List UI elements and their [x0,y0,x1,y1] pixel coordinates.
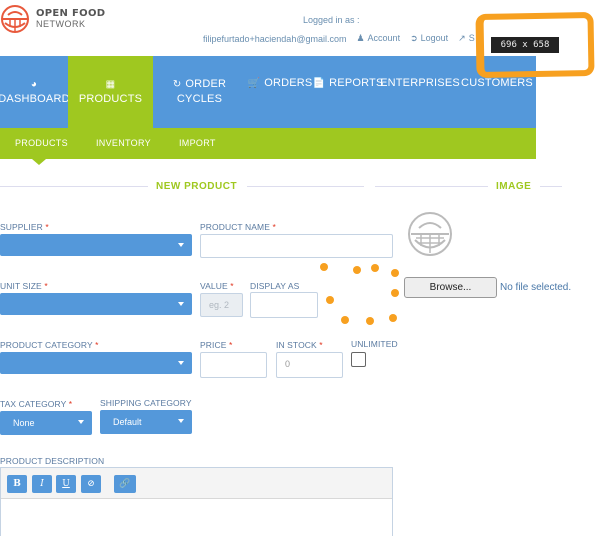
subnav-inventory[interactable]: INVENTORY [96,138,151,148]
shipping-category-select[interactable]: Default [100,410,192,434]
active-tab-caret [32,159,46,165]
value-label: VALUE * [200,281,234,291]
logo-line1: OPEN FOOD [36,8,106,19]
loading-dot [391,289,399,297]
store-link[interactable]: ↗ S [458,33,475,44]
bold-button[interactable]: B [7,475,27,493]
user-icon: ♟ [356,33,365,43]
dimension-tooltip: 696 x 658 [491,37,559,53]
image-placeholder-icon [408,212,452,256]
new-product-heading: NEW PRODUCT [156,181,238,192]
loading-dot [391,269,399,277]
loading-dot [341,316,349,324]
divider [0,186,148,187]
logout-link-label: Logout [420,33,449,43]
clear-format-button[interactable]: ⊘ [81,475,101,493]
nav-products-label: PRODUCTS [78,93,143,105]
shipping-category-label: SHIPPING CATEGORY [100,398,192,408]
main-nav: ◕ DASHBOARD ▦ PRODUCTS ↻ ORDER CYCLES 🛒 OR… [0,56,536,128]
loading-dot [326,296,334,304]
browse-button[interactable]: Browse... [404,277,497,298]
loading-dot [353,266,361,274]
store-link-label: S [468,33,475,43]
subnav-products[interactable]: PRODUCTS [15,138,68,148]
product-category-label: PRODUCT CATEGORY * [0,340,99,350]
unlimited-label: UNLIMITED [351,339,398,349]
nav-order-cycles-label-2: CYCLES [176,93,223,105]
product-name-input[interactable] [200,234,393,258]
nav-enterprises-label: ENTERPRISES [380,77,460,89]
cart-icon: 🛒 [247,78,261,89]
divider [540,186,562,187]
display-as-label: DISPLAY AS [250,281,300,291]
supplier-label: SUPPLIER * [0,222,49,232]
description-editor[interactable]: B I U ⊘ 🔗 [0,467,393,536]
display-as-input[interactable] [250,292,318,318]
nav-orders[interactable]: 🛒 ORDERS [246,56,314,128]
chevron-down-icon [178,243,184,247]
price-label: PRICE * [200,340,233,350]
product-category-select[interactable] [0,352,192,374]
unit-size-select[interactable] [0,293,192,315]
in-stock-input[interactable]: 0 [276,352,343,378]
user-links: filipefurtado+haciendah@gmail.com ♟ Accou… [203,33,475,44]
tax-category-label: TAX CATEGORY * [0,399,73,409]
logo-line2: NETWORK [36,19,86,29]
dashboard-icon: ◕ [30,79,38,90]
chevron-down-icon [178,302,184,306]
account-link-label: Account [367,33,401,43]
supplier-select[interactable] [0,234,192,256]
unlimited-checkbox[interactable] [351,352,366,367]
loading-dot [371,264,379,272]
in-stock-label: IN STOCK * [276,340,323,350]
product-name-label: PRODUCT NAME * [200,222,276,232]
unit-size-label: UNIT SIZE * [0,281,48,291]
underline-button[interactable]: U [56,475,76,493]
nav-enterprises[interactable]: ENTERPRISES [380,56,460,128]
tax-category-select[interactable]: None [0,411,92,435]
italic-button[interactable]: I [32,475,52,493]
nav-dashboard[interactable]: ◕ DASHBOARD [0,56,70,128]
nav-products[interactable]: ▦ PRODUCTS [68,56,153,128]
nav-customers-label: CUSTOMERS [461,77,533,89]
refresh-icon: ↻ [172,79,182,90]
divider [375,186,488,187]
sign-out-icon: ➲ [410,33,418,43]
sub-nav: PRODUCTS INVENTORY IMPORT [0,128,536,159]
logged-in-label: Logged in as : [303,15,360,25]
grid-icon: ▦ [105,79,116,90]
logo-icon [1,5,29,33]
link-button[interactable]: 🔗 [114,475,136,493]
external-link-icon: ↗ [458,33,466,43]
loading-dot [320,263,328,271]
subnav-import[interactable]: IMPORT [179,138,216,148]
divider [247,186,364,187]
nav-dashboard-label: DASHBOARD [0,93,70,105]
chevron-down-icon [178,419,184,423]
loading-dot [389,314,397,322]
logo[interactable]: OPEN FOOD NETWORK [0,4,105,34]
chevron-down-icon [178,361,184,365]
value-input[interactable]: eg. 2 [200,293,243,317]
file-status: No file selected. [500,282,572,293]
logout-link[interactable]: ➲ Logout [410,33,448,44]
price-input[interactable] [200,352,267,378]
editor-toolbar: B I U ⊘ 🔗 [1,468,392,499]
file-icon: 📄 [312,78,326,89]
loading-dot [366,317,374,325]
product-description-label: PRODUCT DESCRIPTION [0,456,105,466]
chevron-down-icon [78,420,84,424]
account-link[interactable]: ♟ Account [356,33,400,44]
user-email[interactable]: filipefurtado+haciendah@gmail.com [203,34,346,44]
nav-orders-label: ORDERS [264,77,313,89]
nav-reports-label: REPORTS [329,77,384,89]
nav-reports[interactable]: 📄 REPORTS [312,56,384,128]
nav-order-cycles-label-1: ORDER [185,78,227,90]
nav-order-cycles[interactable]: ↻ ORDER CYCLES [153,56,246,128]
image-heading: IMAGE [496,181,532,192]
